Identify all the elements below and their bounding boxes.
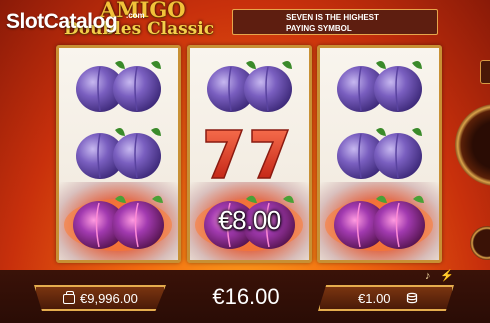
plum-symbol	[336, 127, 423, 180]
line-win-amount: €8.00	[218, 205, 281, 235]
balance-value: €9,996.00	[80, 291, 138, 306]
info-banner-line2: PAYING SYMBOL	[286, 24, 352, 33]
plum-symbol	[75, 60, 162, 113]
info-banner: SEVEN IS THE HIGHEST PAYING SYMBOL	[232, 9, 438, 35]
reel-3	[317, 45, 442, 263]
plum-symbol	[336, 60, 423, 113]
balance-display: €9,996.00	[34, 285, 166, 311]
autoplay-button[interactable]	[470, 226, 490, 260]
game-screen: SlotCatalog .com AMIGO Doubles Classic S…	[0, 0, 490, 323]
seven-symbol	[205, 129, 289, 179]
bet-selector[interactable]: €1.00	[318, 285, 454, 311]
lightning-icon[interactable]: ⚡	[440, 269, 454, 282]
sound-icon[interactable]: ♪	[425, 270, 437, 282]
plum-symbol	[75, 127, 162, 180]
plum-fire-symbol	[63, 195, 173, 251]
watermark: SlotCatalog	[6, 10, 118, 33]
coins-icon	[406, 292, 418, 304]
plum-symbol	[206, 60, 293, 113]
total-win-value: €16.00	[212, 284, 280, 309]
bet-value: €1.00	[358, 291, 391, 306]
spin-button[interactable]	[455, 104, 490, 186]
menu-button[interactable]	[480, 60, 490, 84]
info-banner-line1: SEVEN IS THE HIGHEST	[286, 13, 379, 22]
watermark-sub: .com	[126, 11, 145, 20]
wallet-icon	[63, 291, 75, 304]
reel-1	[56, 45, 181, 263]
reel-2: €8.00	[187, 45, 312, 263]
plum-fire-symbol	[324, 195, 434, 251]
